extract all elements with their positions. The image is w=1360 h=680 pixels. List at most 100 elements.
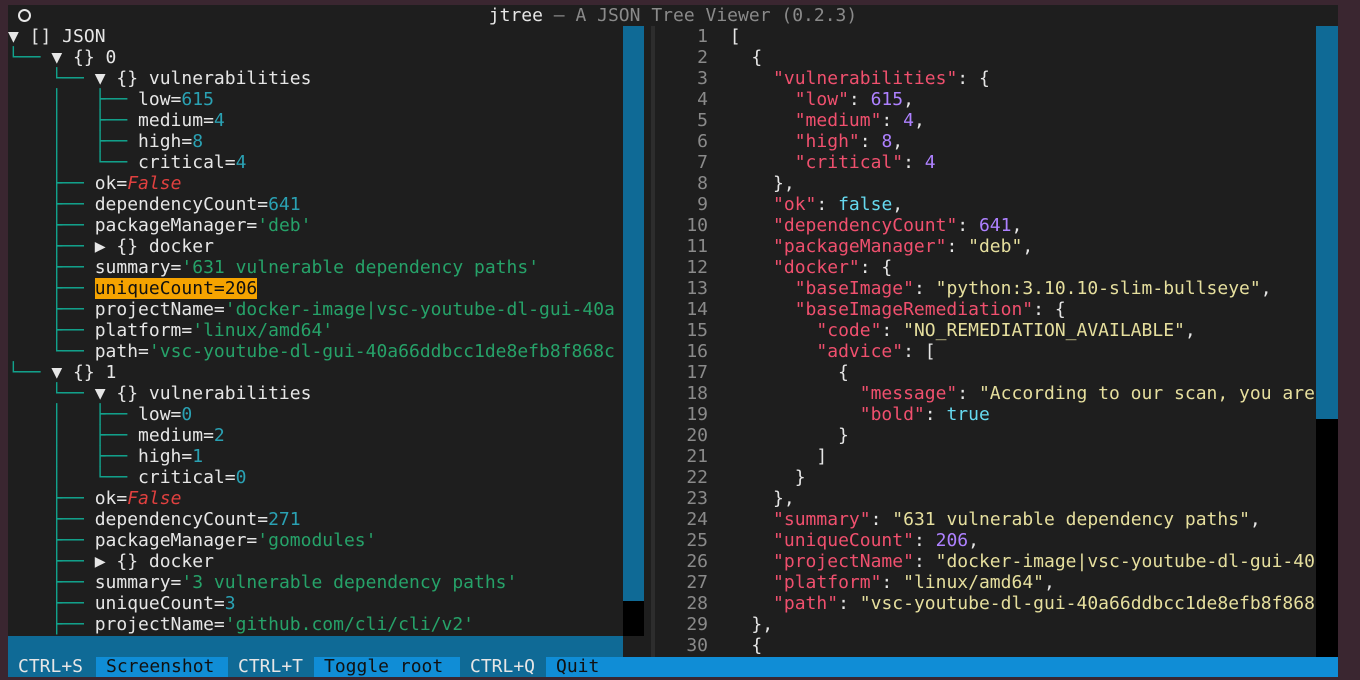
text-segment: └── [8, 341, 95, 362]
text-segment [730, 593, 773, 614]
text-segment: packageManager= [94, 530, 258, 551]
tree-node[interactable]: │ └── critical=0 [8, 467, 623, 488]
text-segment [730, 383, 860, 404]
json-scrollbar-track[interactable] [1316, 419, 1338, 661]
text-segment: projectName= [94, 299, 225, 320]
line-number: 29 [686, 614, 708, 635]
text-segment: 'deb' [257, 215, 312, 236]
text-segment: 2 [213, 425, 225, 446]
shortcut-action-toggle-root[interactable]: Toggle root [314, 657, 460, 677]
text-segment: : [881, 572, 904, 593]
tree-node[interactable]: └── ▼ {} 1 [8, 362, 623, 383]
shortcut-action-quit[interactable]: Quit [546, 657, 622, 677]
text-segment: , [1044, 572, 1055, 593]
text-segment: ▶ {} docker [94, 551, 214, 572]
tree-scrollbar-thumb[interactable] [623, 26, 644, 601]
text-segment: "projectName" [773, 551, 914, 572]
text-segment: , [913, 110, 925, 131]
tree-node[interactable]: │ ├── medium=2 [8, 425, 623, 446]
tree-node[interactable]: ├── projectName='docker-image|vsc-youtub… [8, 299, 623, 320]
tree-node[interactable]: ├── uniqueCount=3 [8, 593, 623, 614]
text-segment: : [913, 278, 936, 299]
tree-node[interactable]: └── path='vsc-youtube-dl-gui-40a66ddbcc1… [8, 341, 623, 362]
text-segment: │ ├── [8, 110, 139, 131]
code-line: 2 { [666, 47, 1316, 68]
json-source-panel[interactable]: 1 [2 {3 "vulnerabilities": {4 "low": 615… [666, 26, 1316, 661]
tree-node[interactable]: └── ▼ {} 0 [8, 47, 623, 68]
text-segment: path= [94, 341, 149, 362]
line-number: 21 [686, 446, 708, 467]
text-segment: , [1022, 236, 1034, 257]
line-number: 15 [686, 320, 708, 341]
tree-scrollbar-track[interactable] [623, 601, 644, 636]
text-segment: true [946, 404, 990, 425]
line-number: 22 [686, 467, 708, 488]
code-line: 9 "ok": false, [666, 194, 1316, 215]
tree-node[interactable]: ├── ok=False [8, 173, 623, 194]
tree-node[interactable]: ├── dependencyCount=641 [8, 194, 623, 215]
tree-node[interactable]: │ ├── low=0 [8, 404, 623, 425]
text-segment: : [957, 215, 979, 236]
text-segment: 0 [235, 467, 247, 488]
tree-node[interactable]: │ ├── high=8 [8, 131, 623, 152]
key-binding-footer: CTRL+S Screenshot CTRL+T Toggle root CTRL+Q Q… [8, 657, 1338, 677]
text-segment: "NO_REMEDIATION_AVAILABLE" [903, 320, 1185, 341]
terminal-window: jtree — A JSON Tree Viewer (0.2.3) ▼ [] … [8, 5, 1338, 677]
tree-node[interactable]: ├── platform='linux/amd64' [8, 320, 623, 341]
tree-node[interactable]: ├── packageManager='gomodules' [8, 530, 623, 551]
tree-node[interactable]: ├── ▶ {} docker [8, 551, 623, 572]
tree-node[interactable]: ├── dependencyCount=271 [8, 509, 623, 530]
text-segment: ├── [8, 278, 95, 299]
text-segment: , [1184, 320, 1196, 341]
tree-node[interactable]: ├── packageManager='deb' [8, 215, 623, 236]
text-segment: : [957, 383, 979, 404]
text-segment: 'linux/amd64' [192, 320, 334, 341]
text-segment: : [881, 320, 904, 341]
tree-node[interactable]: ├── uniqueCount=206 [8, 278, 623, 299]
text-segment: ├── [8, 593, 95, 614]
text-segment: , [892, 131, 904, 152]
text-segment: }, [729, 173, 795, 194]
text-segment: False [127, 488, 182, 509]
tree-node[interactable]: └── ▼ {} vulnerabilities [8, 383, 623, 404]
tree-node[interactable]: │ └── critical=4 [8, 152, 623, 173]
tree-node[interactable]: │ ├── medium=4 [8, 110, 623, 131]
text-segment: │ └── [8, 467, 139, 488]
text-segment [730, 404, 860, 425]
json-tree-panel[interactable]: ▼ [] JSON └── ▼ {} 0 └── ▼ {} vulnerabili… [8, 26, 623, 636]
line-number: 12 [686, 257, 708, 278]
tree-node[interactable]: ├── summary='3 vulnerable dependency pat… [8, 572, 623, 593]
tree-node[interactable]: ├── ok=False [8, 488, 623, 509]
text-segment: └── [8, 362, 52, 383]
tree-node[interactable]: │ ├── high=1 [8, 446, 623, 467]
text-segment: 'gomodules' [257, 530, 377, 551]
app-subtitle: — A JSON Tree Viewer (0.2.3) [542, 5, 858, 26]
text-segment: "critical" [794, 152, 904, 173]
tree-node[interactable]: │ ├── low=615 [8, 89, 623, 110]
tree-horizontal-scrollbar[interactable] [8, 636, 623, 657]
tree-node[interactable]: ├── ▶ {} docker [8, 236, 623, 257]
app-name: jtree [488, 5, 543, 26]
text-segment: "path" [773, 593, 839, 614]
shortcut-action-screenshot[interactable]: Screenshot [96, 657, 224, 677]
line-number: 16 [686, 341, 708, 362]
json-scrollbar-thumb[interactable] [1316, 26, 1338, 419]
tree-node[interactable]: ├── summary='631 vulnerable dependency p… [8, 257, 623, 278]
tree-node[interactable]: └── ▼ {} vulnerabilities [8, 68, 623, 89]
tree-node[interactable]: ├── projectName='github.com/cli/cli/v2' [8, 614, 623, 635]
text-segment: 8 [881, 131, 893, 152]
text-segment: "vulnerabilities" [773, 68, 958, 89]
text-segment [730, 236, 773, 257]
line-number: 20 [686, 425, 708, 446]
text-segment: { [729, 47, 763, 68]
text-segment: 4 [213, 110, 225, 131]
code-line: 17 { [666, 362, 1316, 383]
text-segment [730, 341, 817, 362]
text-segment: { [729, 362, 849, 383]
line-number: 28 [686, 593, 708, 614]
text-segment [730, 194, 773, 215]
text-segment: "vsc-youtube-dl-gui-40a66ddbcc1de8efb8f8… [859, 593, 1316, 614]
tree-node[interactable]: ▼ [] JSON [8, 26, 623, 47]
text-segment: "high" [794, 131, 860, 152]
text-segment: 'docker-image|vsc-youtube-dl-gui-40a [224, 299, 615, 320]
